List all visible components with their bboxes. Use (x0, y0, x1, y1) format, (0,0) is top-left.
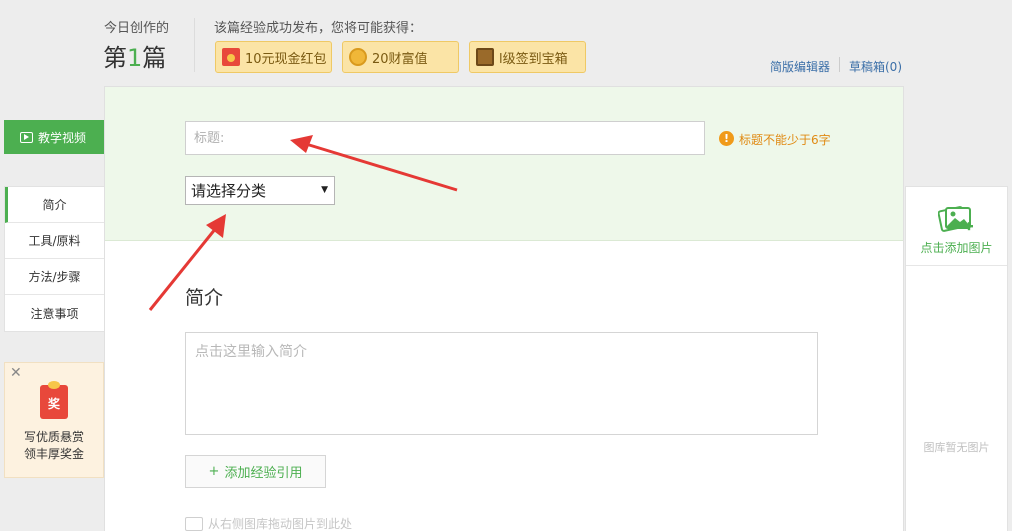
empty-library-text: 图库暂无图片 (923, 441, 990, 454)
drafts-link[interactable]: 草稿箱(0) (849, 58, 902, 75)
warning-icon: ! (719, 131, 734, 146)
reward-checkin-chest[interactable]: l级签到宝箱 (469, 41, 586, 73)
reward-label: 10元现金红包 (245, 51, 327, 67)
drag-hint-text: 从右侧图库拖动图片到此处 (208, 517, 353, 531)
today-created-label: 今日创作的 (104, 21, 170, 36)
reward-label: l级签到宝箱 (499, 51, 568, 67)
image-library-panel: 点击添加图片 图库暂无图片 (905, 186, 1008, 531)
coin-icon (349, 48, 367, 66)
add-image-label: 点击添加图片 (920, 241, 993, 255)
tutorial-video-button[interactable]: 教学视频 (4, 120, 104, 154)
reward-cash-envelope[interactable]: 10元现金红包 (215, 41, 332, 73)
article-count: 第1篇 (103, 38, 166, 73)
intro-heading: 简介 (185, 287, 224, 309)
add-image-button[interactable]: 点击添加图片 (906, 187, 1007, 266)
video-icon (20, 131, 33, 143)
simple-editor-link[interactable]: 简版编辑器 (770, 58, 830, 75)
red-envelope-icon (222, 48, 240, 66)
drag-image-hint: 从右侧图库拖动图片到此处 (185, 515, 352, 531)
category-value: 请选择分类 (191, 182, 267, 200)
promo-badge: 奖 (47, 397, 60, 411)
plus-icon: + (208, 464, 220, 479)
promo-line: 写优质悬赏 (23, 430, 84, 444)
title-section: ! 标题不能少于6字 请选择分类 ▼ (105, 87, 903, 241)
bounty-promo[interactable]: ✕ 奖 写优质悬赏 领丰厚奖金 (4, 362, 104, 478)
title-warning: 标题不能少于6字 (739, 133, 831, 147)
count-suffix: 篇 (142, 44, 167, 72)
promo-text: 写优质悬赏 领丰厚奖金 (5, 429, 103, 463)
add-image-icon (938, 206, 973, 232)
experience-editor: ! 标题不能少于6字 请选择分类 ▼ 简介 点击这里输入简介 + 添加经验引用 … (104, 86, 904, 531)
image-icon (185, 516, 203, 531)
promo-line: 领丰厚奖金 (23, 447, 84, 461)
reward-title: 该篇经验成功发布，您将可能获得： (214, 21, 423, 36)
count-prefix: 第 (103, 44, 127, 72)
close-icon[interactable]: ✕ (10, 365, 22, 381)
treasure-chest-icon (476, 48, 494, 66)
reward-label: 20财富值 (372, 51, 428, 67)
category-select[interactable]: 请选择分类 ▼ (185, 176, 335, 205)
chevron-down-icon: ▼ (321, 185, 328, 195)
intro-textarea[interactable]: 点击这里输入简介 (185, 332, 818, 435)
add-reference-button[interactable]: + 添加经验引用 (185, 455, 326, 488)
red-envelope-icon: 奖 (40, 381, 68, 419)
nav-item-intro[interactable]: 简介 (5, 187, 104, 223)
link-divider (839, 57, 840, 72)
add-reference-label: 添加经验引用 (224, 466, 303, 481)
nav-item-steps[interactable]: 方法/步骤 (5, 259, 104, 295)
nav-item-notes[interactable]: 注意事项 (5, 295, 104, 331)
header-divider (194, 18, 195, 72)
reward-wealth-points[interactable]: 20财富值 (342, 41, 459, 73)
title-input[interactable] (185, 121, 705, 155)
tutorial-video-label: 教学视频 (38, 130, 87, 145)
count-value: 1 (127, 44, 143, 72)
nav-item-tools[interactable]: 工具/原料 (5, 223, 104, 259)
section-nav: 简介 工具/原料 方法/步骤 注意事项 (4, 186, 104, 332)
